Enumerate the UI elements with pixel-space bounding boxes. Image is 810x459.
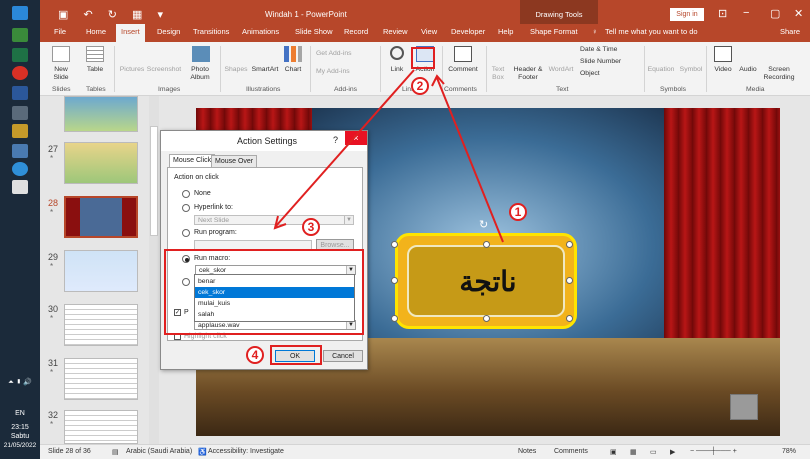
accessibility-status[interactable]: Accessibility: Investigate <box>208 448 284 455</box>
zoom-slider[interactable]: − ───┼─── + <box>690 448 737 455</box>
annotation-arrows <box>273 69 504 243</box>
slideshow-icon[interactable]: ▶ <box>670 448 675 456</box>
step-2-callout: 2 <box>411 77 429 95</box>
language-indicator[interactable]: Arabic (Saudi Arabia) <box>126 448 192 455</box>
normal-view-icon[interactable]: ▣ <box>610 448 617 456</box>
status-bar: Slide 28 of 36 ▤ Arabic (Saudi Arabia) ♿… <box>40 444 810 459</box>
arrow-2 <box>275 69 415 227</box>
step-4-callout: 4 <box>246 346 264 364</box>
slide-info: Slide 28 of 36 <box>48 448 91 455</box>
comments-button[interactable]: Comments <box>554 448 588 455</box>
zoom-level[interactable]: 78% <box>782 448 796 455</box>
notes-button[interactable]: Notes <box>518 448 536 455</box>
step-3-callout: 3 <box>302 218 320 236</box>
reading-view-icon[interactable]: ▭ <box>650 448 657 456</box>
accessibility-icon: ♿ <box>198 449 207 456</box>
step-1-callout: 1 <box>509 203 527 221</box>
spellcheck-icon[interactable]: ▤ <box>112 448 119 456</box>
arrow-1 <box>436 77 504 243</box>
slide-sorter-icon[interactable]: ▦ <box>630 448 637 456</box>
